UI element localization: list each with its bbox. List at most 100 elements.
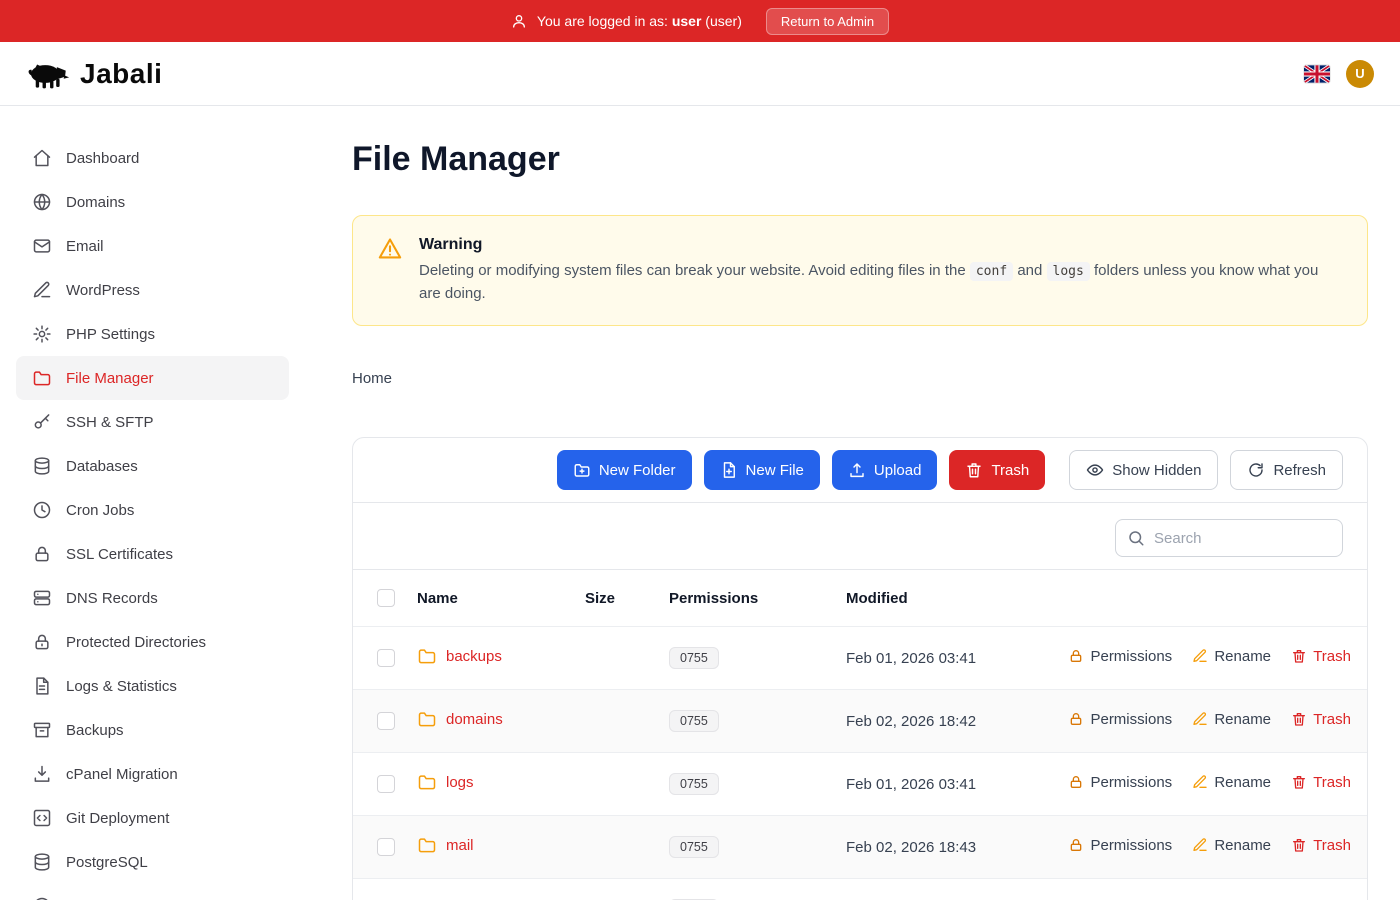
- permissions-badge: 0755: [669, 836, 719, 858]
- rename-action[interactable]: Rename: [1192, 711, 1271, 728]
- sidebar-item-postgresql[interactable]: PostgreSQL: [16, 840, 289, 884]
- row-checkbox[interactable]: [377, 838, 395, 856]
- user-avatar[interactable]: U: [1346, 60, 1374, 88]
- permissions-badge: 0755: [669, 710, 719, 732]
- sidebar-item-git-deployment[interactable]: Git Deployment: [16, 796, 289, 840]
- row-checkbox[interactable]: [377, 775, 395, 793]
- folder-icon: [417, 709, 437, 729]
- warning-title: Warning: [419, 236, 1343, 254]
- sidebar-item-dns-records[interactable]: DNS Records: [16, 576, 289, 620]
- column-modified[interactable]: Modified: [846, 570, 1027, 627]
- sidebar-item-cron-jobs[interactable]: Cron Jobs: [16, 488, 289, 532]
- folder-link[interactable]: mail: [417, 835, 474, 855]
- trash-action[interactable]: Trash: [1291, 711, 1351, 728]
- sidebar: Dashboard Domains Email WordPress PHP Se…: [0, 106, 305, 900]
- sidebar-item-domains[interactable]: Domains: [16, 180, 289, 224]
- folder-link[interactable]: logs: [417, 772, 474, 792]
- boar-logo-icon: [26, 59, 70, 89]
- file-toolbar: New Folder New File Upload Trash Show Hi…: [353, 438, 1367, 503]
- sidebar-item-cpanel-migration[interactable]: cPanel Migration: [16, 752, 289, 796]
- circle-icon: [32, 896, 52, 900]
- size-cell: [585, 690, 669, 753]
- sidebar-item-logs-statistics[interactable]: Logs & Statistics: [16, 664, 289, 708]
- sidebar-item-wordpress[interactable]: WordPress: [16, 268, 289, 312]
- folder-link[interactable]: domains: [417, 709, 503, 729]
- upload-button[interactable]: Upload: [832, 450, 938, 490]
- sidebar-item-databases[interactable]: Databases: [16, 444, 289, 488]
- trash-action[interactable]: Trash: [1291, 648, 1351, 665]
- size-cell: [585, 816, 669, 879]
- modified-cell: Feb 02, 2026 01:31: [846, 879, 1027, 900]
- rename-action[interactable]: Rename: [1192, 837, 1271, 854]
- new-file-button[interactable]: New File: [704, 450, 820, 490]
- sidebar-item-extra[interactable]: [16, 884, 289, 900]
- folder-icon: [417, 772, 437, 792]
- permissions-action[interactable]: Permissions: [1068, 648, 1172, 665]
- folder-icon: [417, 646, 437, 666]
- rename-action[interactable]: Rename: [1192, 648, 1271, 665]
- trash-action[interactable]: Trash: [1291, 837, 1351, 854]
- download-icon: [32, 764, 52, 784]
- size-cell: [585, 879, 669, 900]
- database-icon: [32, 852, 52, 872]
- banner-username: user: [672, 13, 702, 29]
- folder-link[interactable]: backups: [417, 646, 502, 666]
- breadcrumb[interactable]: Home: [352, 370, 1368, 387]
- warning-alert: Warning Deleting or modifying system fil…: [352, 215, 1368, 326]
- column-size[interactable]: Size: [585, 570, 669, 627]
- table-row: domains 0755 Feb 02, 2026 18:42 Permissi…: [353, 690, 1367, 753]
- column-name[interactable]: Name: [417, 570, 585, 627]
- pencil-icon: [1192, 711, 1208, 727]
- sidebar-item-protected-directories[interactable]: Protected Directories: [16, 620, 289, 664]
- size-cell: [585, 753, 669, 816]
- table-header-row: Name Size Permissions Modified: [353, 570, 1367, 627]
- table-row: mail 0755 Feb 02, 2026 18:43 Permissions…: [353, 816, 1367, 879]
- sidebar-item-ssl-certificates[interactable]: SSL Certificates: [16, 532, 289, 576]
- lock-icon: [1068, 774, 1084, 790]
- code-icon: [32, 808, 52, 828]
- column-permissions[interactable]: Permissions: [669, 570, 846, 627]
- show-hidden-button[interactable]: Show Hidden: [1069, 450, 1218, 490]
- permissions-badge: 0755: [669, 647, 719, 669]
- app-header: Jabali U: [0, 42, 1400, 106]
- brand[interactable]: Jabali: [26, 58, 162, 90]
- trash-action[interactable]: Trash: [1291, 774, 1351, 791]
- sidebar-item-php-settings[interactable]: PHP Settings: [16, 312, 289, 356]
- rename-action[interactable]: Rename: [1192, 774, 1271, 791]
- sidebar-item-backups[interactable]: Backups: [16, 708, 289, 752]
- pencil-icon: [1192, 648, 1208, 664]
- search-input[interactable]: [1115, 519, 1343, 557]
- row-checkbox[interactable]: [377, 649, 395, 667]
- permissions-action[interactable]: Permissions: [1068, 711, 1172, 728]
- search-row: [353, 503, 1367, 569]
- row-checkbox[interactable]: [377, 712, 395, 730]
- banner-text: You are logged in as: user (user): [537, 13, 742, 29]
- table-row: backups 0755 Feb 01, 2026 03:41 Permissi…: [353, 627, 1367, 690]
- sidebar-item-dashboard[interactable]: Dashboard: [16, 136, 289, 180]
- modified-cell: Feb 02, 2026 18:43: [846, 816, 1027, 879]
- language-flag-uk-icon[interactable]: [1304, 65, 1330, 83]
- permissions-action[interactable]: Permissions: [1068, 774, 1172, 791]
- new-folder-button[interactable]: New Folder: [557, 450, 692, 490]
- shield-lock-icon: [32, 632, 52, 652]
- brand-name: Jabali: [80, 58, 162, 90]
- select-all-checkbox[interactable]: [377, 589, 395, 607]
- trash-button[interactable]: Trash: [949, 450, 1045, 490]
- lock-icon: [1068, 648, 1084, 664]
- refresh-button[interactable]: Refresh: [1230, 450, 1343, 490]
- sidebar-item-file-manager[interactable]: File Manager: [16, 356, 289, 400]
- pencil-icon: [1192, 837, 1208, 853]
- code-conf: conf: [970, 262, 1013, 281]
- permissions-action[interactable]: Permissions: [1068, 837, 1172, 854]
- pencil-icon: [32, 280, 52, 300]
- code-logs: logs: [1047, 262, 1090, 281]
- warning-triangle-icon: [377, 236, 403, 262]
- sidebar-item-ssh-sftp[interactable]: SSH & SFTP: [16, 400, 289, 444]
- table-row: logs 0755 Feb 01, 2026 03:41 Permissions…: [353, 753, 1367, 816]
- sidebar-item-email[interactable]: Email: [16, 224, 289, 268]
- main-content: File Manager Warning Deleting or modifyi…: [305, 106, 1400, 900]
- gear-icon: [32, 324, 52, 344]
- home-icon: [32, 148, 52, 168]
- return-to-admin-button[interactable]: Return to Admin: [766, 8, 889, 35]
- user-icon: [511, 13, 527, 29]
